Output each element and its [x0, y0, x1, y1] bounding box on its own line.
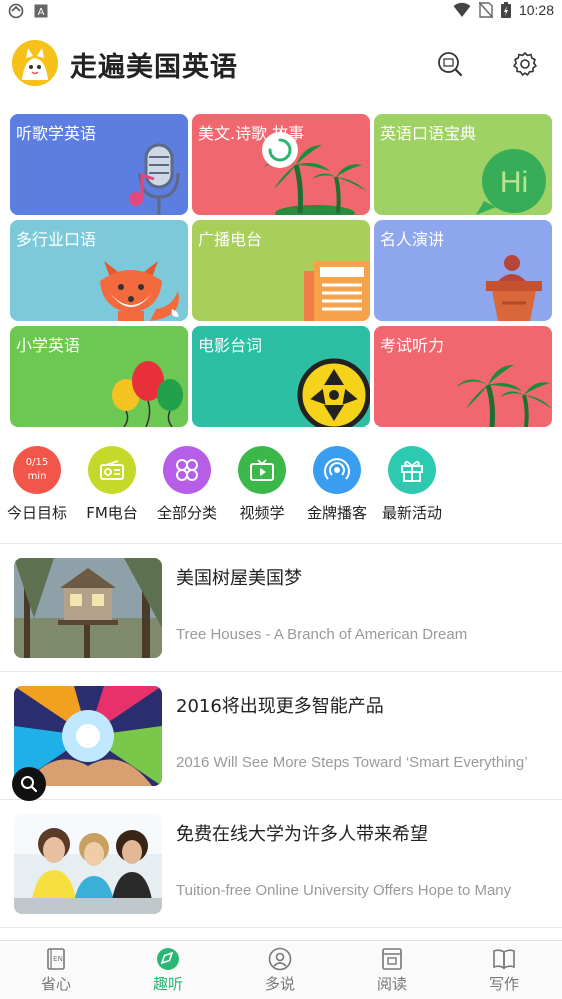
- article-title: 免费在线大学为许多人带来希望: [176, 824, 428, 845]
- article-subtitle: Tree Houses - A Branch of American Dream: [176, 626, 468, 643]
- podcast-icon: [324, 458, 350, 480]
- quick-action-podcast[interactable]: 金牌播客: [297, 446, 377, 526]
- book-en-icon: EN: [47, 948, 65, 970]
- flower-grid-icon: [176, 459, 198, 481]
- loading-spinner: [262, 132, 298, 168]
- category-tile-radio[interactable]: 广播电台: [192, 220, 370, 321]
- category-label: 考试听力: [380, 336, 445, 355]
- app-header: 走遍美国英语: [0, 24, 562, 104]
- category-tile-primary-english[interactable]: 小学英语: [10, 326, 188, 427]
- nav-label: 趣听: [152, 975, 183, 993]
- category-label: 广播电台: [198, 230, 263, 249]
- sync-icon: [8, 3, 24, 19]
- category-label: 多行业口语: [16, 230, 97, 249]
- quick-action-fm[interactable]: FM电台: [72, 446, 152, 526]
- bottom-navigation: EN 省心 趣听 多说 阅读 写作: [0, 940, 562, 999]
- no-sim-icon: [478, 2, 493, 18]
- fox-icon: [100, 261, 179, 321]
- compass-icon: [157, 948, 179, 970]
- svg-text:EN: EN: [53, 955, 63, 963]
- nav-tab-xiezuo[interactable]: 写作: [448, 947, 560, 997]
- search-button[interactable]: [437, 51, 463, 77]
- category-label: 听歌学英语: [16, 124, 97, 143]
- goal-progress-circle: 0/15 min: [13, 446, 61, 494]
- article-item[interactable]: 免费在线大学为许多人带来希望 Tuition-free Online Unive…: [0, 800, 562, 928]
- divider: [0, 927, 562, 928]
- category-tile-industry-english[interactable]: 多行业口语: [10, 220, 188, 321]
- article-item[interactable]: 2016将出现更多智能产品 2016 Will See More Steps T…: [0, 672, 562, 800]
- reader-icon: [382, 948, 402, 970]
- gear-icon: [513, 52, 537, 76]
- tile-badge: Hi: [500, 166, 528, 199]
- category-label: 小学英语: [16, 336, 81, 355]
- article-thumbnail-online-university: [14, 814, 162, 914]
- goal-unit: min: [27, 471, 47, 482]
- app-logo: [12, 40, 58, 86]
- quick-action-daily-goal[interactable]: 0/15 min 今日目标: [0, 446, 77, 526]
- quick-action-label: 金牌播客: [306, 504, 367, 522]
- person-icon: [268, 947, 292, 971]
- category-label: 电影台词: [198, 336, 263, 355]
- article-subtitle: 2016 Will See More Steps Toward ‘Smart E…: [176, 754, 528, 771]
- nav-tab-shengxin[interactable]: EN 省心: [0, 947, 112, 997]
- status-time: 10:28: [518, 2, 554, 18]
- newspaper-icon: [304, 261, 370, 321]
- radio-icon: [100, 460, 124, 480]
- svg-text:A: A: [38, 7, 45, 18]
- goal-progress: 0/15: [25, 457, 49, 468]
- category-tile-exam-listening[interactable]: 考试听力: [374, 326, 552, 427]
- speech-bubble-icon: Hi: [476, 149, 546, 215]
- quick-action-video[interactable]: 视频学: [222, 446, 302, 526]
- category-tile-movie-lines[interactable]: 电影台词: [192, 326, 370, 427]
- nav-label: 写作: [488, 975, 519, 993]
- nav-tab-qufting[interactable]: 趣听: [112, 947, 224, 997]
- app-title: 走遍美国英语: [70, 52, 238, 83]
- category-tile-spoken-english[interactable]: 英语口语宝典 Hi: [374, 114, 552, 215]
- tv-icon: [250, 459, 274, 481]
- quick-action-all-categories[interactable]: 全部分类: [147, 446, 227, 526]
- nav-tab-duoshuo[interactable]: 多说: [224, 947, 336, 997]
- article-thumbnail-treehouse: [14, 558, 162, 658]
- search-icon: [21, 776, 38, 793]
- quick-action-label: 视频学: [239, 504, 285, 522]
- quick-action-events[interactable]: 最新活动: [372, 446, 452, 526]
- article-item[interactable]: 美国树屋美国梦 Tree Houses - A Branch of Americ…: [0, 544, 562, 672]
- podium-icon: [486, 255, 542, 321]
- nav-label: 阅读: [376, 975, 407, 993]
- category-tile-speeches[interactable]: 名人演讲: [374, 220, 552, 321]
- quick-action-label: 最新活动: [381, 504, 442, 522]
- floating-search-button[interactable]: [12, 767, 46, 801]
- nav-label: 省心: [40, 975, 71, 993]
- nav-tab-yuedu[interactable]: 阅读: [336, 947, 448, 997]
- article-title: 2016将出现更多智能产品: [176, 696, 384, 717]
- article-title: 美国树屋美国梦: [176, 568, 302, 589]
- keyboard-a-icon: A: [34, 4, 48, 18]
- article-subtitle: Tuition-free Online University Offers Ho…: [176, 882, 512, 899]
- quick-action-label: 全部分类: [156, 504, 217, 522]
- quick-action-label: 今日目标: [6, 504, 67, 522]
- balloons-icon: [112, 361, 183, 427]
- category-tile-songs[interactable]: 听歌学英语: [10, 114, 188, 215]
- open-book-icon: [493, 949, 515, 970]
- category-tile-prose-poetry[interactable]: 美文.诗歌.故事: [192, 114, 370, 215]
- category-label: 名人演讲: [380, 230, 445, 249]
- wifi-icon: [453, 2, 471, 17]
- gift-icon: [401, 461, 423, 482]
- battery-icon: [500, 2, 511, 18]
- search-icon: [438, 52, 463, 77]
- nav-label: 多说: [264, 975, 295, 993]
- microphone-icon: [129, 143, 180, 215]
- palm-tree-icon: [456, 365, 552, 427]
- film-reel-icon: [297, 358, 370, 427]
- quick-action-label: FM电台: [86, 504, 138, 522]
- category-label: 英语口语宝典: [380, 124, 477, 143]
- settings-button[interactable]: [512, 51, 538, 77]
- status-bar: A 10:28: [0, 0, 562, 24]
